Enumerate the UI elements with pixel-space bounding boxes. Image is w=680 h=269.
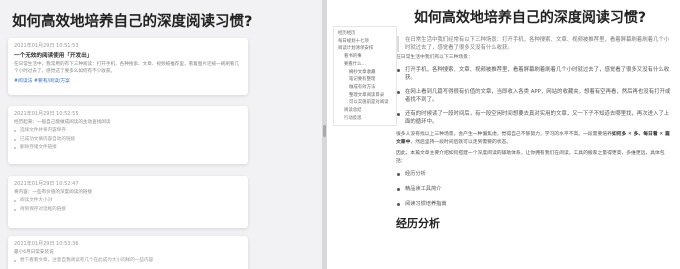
contents-list: 经历分析 精品读工具简介 阅读习惯培养指南: [396, 170, 673, 208]
paragraph-text: 很多人没有找以上三种场景，会产生一种偏焦虑，觉得自己不够努力，学习的水平不高。一…: [396, 132, 612, 138]
list-item: 精品读工具简介: [396, 185, 673, 193]
toc-item[interactable]: 笔记要有整理: [338, 76, 392, 84]
card-list-pane: 如何高效地培养自己的深度阅读习惯? 2021年01月29日 10:51:53 一…: [0, 0, 322, 269]
list-item: 尝下看看文章，注意自我阅读有几个在此成为大小同样的一些内容: [14, 257, 242, 266]
list-item: 在网上看到几篇写得很有价值的文章，当即收入各类 APP，网站的收藏夹，想着有空再…: [396, 88, 673, 105]
card-timestamp: 2021年01月29日 10:51:53: [14, 43, 79, 49]
article-paragraph: 因此，本篇文章主要介绍如何搭建一个深度阅读的辅助体系，让你拥有我们在阅读，工具的…: [396, 151, 665, 165]
toc-item[interactable]: 整理文章阅读目录: [338, 92, 392, 100]
section-heading: 经历分析: [396, 217, 440, 231]
page-title: 如何高效地培养自己的深度阅读习惯?: [12, 14, 253, 30]
article-intro: 在日常生活中我们有以下三种场景：: [396, 55, 473, 61]
list-item: 还有的时候读了一段时间后，有一段空闲时间想要去真对实用的文章，又一下子不知道去哪…: [396, 110, 673, 127]
card-timestamp: 2021年01月29日 10:53:36: [14, 241, 79, 247]
note-card[interactable]: 2021年01月29日 10:52:55 经历起来：一般自己能做成阅读的主动查找…: [8, 106, 248, 164]
note-card[interactable]: 2021年01月29日 10:51:53 一个无效的阅读使用「开发出」 在日常生…: [8, 38, 248, 95]
list-item: 经历分析: [396, 170, 673, 178]
card-body: 在日常生活中，我常用的有下三种阅读：打开手机、各种搜索、文章、视频被推荐里，看着…: [14, 62, 240, 74]
toc-item[interactable]: 阅读计划清单安排: [338, 45, 392, 53]
article-quote: 在日常生活中我们经常有以下三种场景：打开手机，各种搜索、文章、视频被推荐里，看着…: [396, 36, 673, 53]
note-card[interactable]: 2021年01月29日 10:52:47 将内容：一些有价值的深度阅读的链接 阅…: [8, 176, 248, 228]
card-subtitle: 经历起来：一般自己能做成阅读的主动查找阅读: [14, 120, 111, 125]
article-content: 如何高效地培养自己的深度阅读习惯? 在日常生活中我们经常有以下三种场景：打开手机…: [369, 8, 673, 231]
toc-item[interactable]: 摘抄文章收藏: [338, 69, 392, 77]
toc-item[interactable]: 行动反思: [338, 115, 392, 123]
table-of-contents: 经历经历 每日规划十七项 阅读计划清单安排 看书的事 要看什么… 摘抄文章收藏 笔记要有整理…: [333, 26, 397, 127]
card-title: 一个无效的阅读使用「开发出」: [14, 53, 93, 59]
list-item: 选择文件并将内容保存: [14, 127, 242, 136]
card-timestamp: 2021年01月29日 10:52:55: [14, 111, 79, 117]
list-item: 已成功文摘内容自动的链接: [14, 136, 242, 145]
toc-item[interactable]: 做成有效方法: [338, 84, 392, 92]
toc-item[interactable]: 要看什么…: [338, 61, 392, 69]
splitter-grip-icon[interactable]: [323, 125, 326, 137]
toc-item[interactable]: 可以实施前是对阅读: [338, 99, 392, 107]
card-tags[interactable]: #阅读法 #要有/阅读/方案: [14, 78, 242, 86]
list-item: 阅读习惯培养指南: [396, 200, 673, 208]
list-item: 待到保存对话框的链接: [14, 206, 242, 215]
toc-item[interactable]: 阅读总结: [338, 107, 392, 115]
article-title: 如何高效地培养自己的深度阅读习惯?: [413, 10, 647, 26]
card-subtitle: 将内容：一些有价值的深度阅读的链接: [14, 190, 93, 195]
list-item: 阅读文件大小对: [14, 197, 242, 206]
note-card[interactable]: 2021年01月29日 10:53:36 最小6月日常安装说 尝下看看文章，注意…: [8, 236, 248, 269]
toc-item[interactable]: 经历经历: [338, 30, 392, 38]
article-paragraph: 很多人没有找以上三种场景，会产生一种偏焦虑，觉得自己不够努力，学习的水平不高。一…: [396, 131, 673, 147]
paragraph-text: ，然后坚持一段时间后就可以走到需要的状态。: [410, 140, 512, 146]
article-pane: 如何高效地培养自己的深度阅读习惯? 在日常生活中我们经常有以下三种场景：打开手机…: [327, 0, 680, 269]
card-subtitle: 最小6月日常安装说: [14, 250, 54, 255]
list-item: 打开手机，各种搜索、文章、视频被推荐里，看着屏幕刷着刷着几个小时就过去了，感觉看…: [396, 66, 673, 83]
scenario-list: 打开手机，各种搜索、文章、视频被推荐里，看着屏幕刷着刷着几个小时就过去了，感觉看…: [396, 66, 673, 126]
list-item: 删除存储文件链接: [14, 144, 242, 153]
toc-item[interactable]: 看书的事: [338, 53, 392, 61]
toc-item[interactable]: 每日规划十七项: [338, 38, 392, 46]
card-timestamp: 2021年01月29日 10:52:47: [14, 181, 79, 187]
